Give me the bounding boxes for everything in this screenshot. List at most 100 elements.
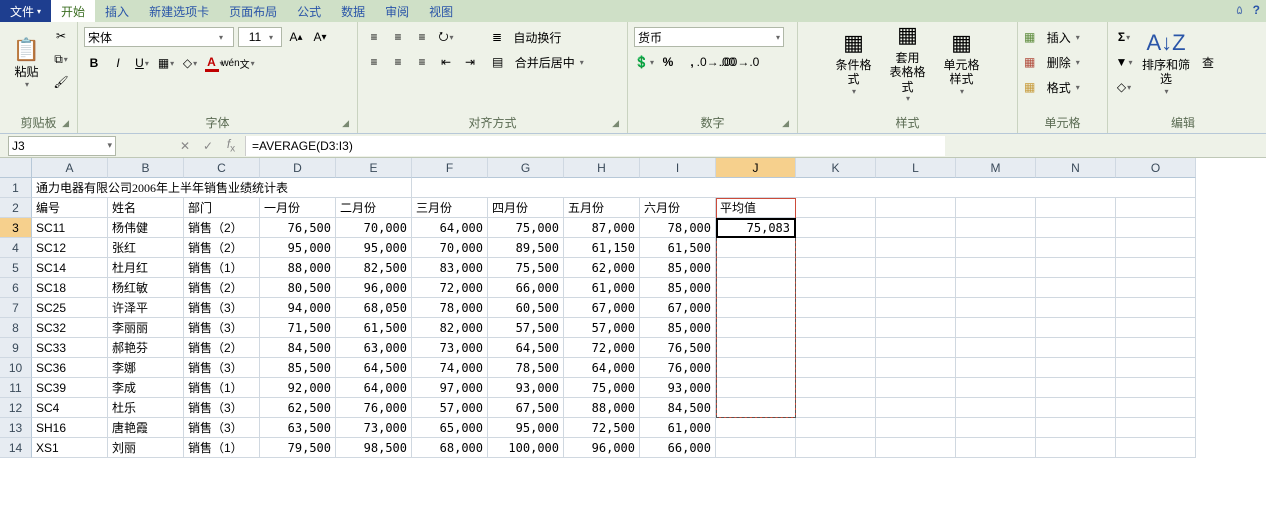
cell-dept[interactable]: 销售（3） — [184, 398, 260, 418]
cell-month[interactable]: 57,500 — [488, 318, 564, 338]
cell-name[interactable]: 许泽平 — [108, 298, 184, 318]
cell-month[interactable]: 75,000 — [488, 218, 564, 238]
cell-month[interactable]: 92,000 — [260, 378, 336, 398]
column-header-L[interactable]: L — [876, 158, 956, 178]
cell-name[interactable]: 李成 — [108, 378, 184, 398]
cell-month[interactable]: 76,500 — [260, 218, 336, 238]
cell-dept[interactable]: 销售（3） — [184, 318, 260, 338]
find-select-button[interactable]: 查 — [1198, 26, 1218, 100]
percent-button[interactable]: % — [658, 52, 678, 72]
cell-avg[interactable] — [716, 298, 796, 318]
sort-filter-button[interactable]: A↓Z排序和筛选▾ — [1138, 26, 1194, 100]
cell[interactable] — [796, 218, 876, 238]
cell[interactable] — [956, 198, 1036, 218]
cell[interactable] — [876, 198, 956, 218]
accounting-format-button[interactable]: 💲▾ — [634, 52, 654, 72]
cell-name[interactable]: 刘丽 — [108, 438, 184, 458]
cell-month[interactable]: 98,500 — [336, 438, 412, 458]
cell[interactable] — [1116, 278, 1196, 298]
cell[interactable] — [956, 358, 1036, 378]
row-header-5[interactable]: 5 — [0, 258, 32, 278]
tab-page-layout[interactable]: 页面布局 — [219, 0, 287, 22]
cell-month[interactable]: 72,000 — [564, 338, 640, 358]
cell[interactable] — [956, 438, 1036, 458]
wrap-text-button[interactable]: ≣ 自动换行 — [492, 26, 584, 48]
cell-month[interactable]: 78,500 — [488, 358, 564, 378]
cell-month[interactable]: 74,000 — [412, 358, 488, 378]
cell-avg[interactable]: 75,083 — [716, 218, 796, 238]
cell[interactable] — [876, 278, 956, 298]
cell-name[interactable]: 唐艳霞 — [108, 418, 184, 438]
cell-id[interactable]: SC39 — [32, 378, 108, 398]
cut-button[interactable]: ✂ — [51, 26, 71, 46]
cell[interactable] — [796, 318, 876, 338]
conditional-format-button[interactable]: ▦条件格式▾ — [831, 26, 877, 100]
cell-month[interactable]: 85,000 — [640, 318, 716, 338]
cell-id[interactable]: XS1 — [32, 438, 108, 458]
cell-avg[interactable] — [716, 238, 796, 258]
cell-avg[interactable] — [716, 278, 796, 298]
row-header-1[interactable]: 1 — [0, 178, 32, 198]
number-launcher[interactable]: ◢ — [782, 118, 789, 129]
cell[interactable] — [796, 338, 876, 358]
underline-button[interactable]: U▾ — [132, 53, 152, 73]
cell-month[interactable]: 70,000 — [336, 218, 412, 238]
cell-id[interactable]: SC33 — [32, 338, 108, 358]
cell-month[interactable]: 65,000 — [412, 418, 488, 438]
cell-name[interactable]: 杨伟健 — [108, 218, 184, 238]
header-B[interactable]: 姓名 — [108, 198, 184, 218]
header-A[interactable]: 编号 — [32, 198, 108, 218]
cell[interactable] — [1036, 318, 1116, 338]
cell-month[interactable]: 75,000 — [564, 378, 640, 398]
cell[interactable] — [876, 338, 956, 358]
cell[interactable] — [956, 398, 1036, 418]
cell-month[interactable]: 89,500 — [488, 238, 564, 258]
cell-dept[interactable]: 销售（2） — [184, 238, 260, 258]
cell-month[interactable]: 82,500 — [336, 258, 412, 278]
header-J[interactable]: 平均值 — [716, 198, 796, 218]
cell-month[interactable]: 61,000 — [640, 418, 716, 438]
cell[interactable] — [956, 258, 1036, 278]
format-painter-button[interactable]: 🖌 — [51, 72, 71, 92]
cancel-formula-icon[interactable]: ✕ — [176, 139, 194, 153]
cell[interactable] — [1036, 258, 1116, 278]
cell-id[interactable]: SC36 — [32, 358, 108, 378]
tab-data[interactable]: 数据 — [331, 0, 375, 22]
cell-month[interactable]: 66,000 — [640, 438, 716, 458]
column-header-C[interactable]: C — [184, 158, 260, 178]
column-header-J[interactable]: J — [716, 158, 796, 178]
cell[interactable] — [1116, 418, 1196, 438]
cell-name[interactable]: 郝艳芬 — [108, 338, 184, 358]
cell[interactable] — [876, 298, 956, 318]
cell-id[interactable]: SC18 — [32, 278, 108, 298]
cell-name[interactable]: 杨红敏 — [108, 278, 184, 298]
spreadsheet-grid[interactable]: ABCDEFGHIJKLMNO 1234567891011121314 通力电器… — [0, 158, 1266, 531]
cell-month[interactable]: 73,000 — [412, 338, 488, 358]
tab-review[interactable]: 审阅 — [375, 0, 419, 22]
clear-button[interactable]: ◇▾ — [1114, 77, 1134, 97]
row-header-9[interactable]: 9 — [0, 338, 32, 358]
cell[interactable] — [956, 338, 1036, 358]
column-header-K[interactable]: K — [796, 158, 876, 178]
row-header-11[interactable]: 11 — [0, 378, 32, 398]
column-header-O[interactable]: O — [1116, 158, 1196, 178]
cell-dept[interactable]: 销售（1） — [184, 378, 260, 398]
cell-month[interactable]: 94,000 — [260, 298, 336, 318]
align-right-button[interactable]: ≡ — [412, 52, 432, 72]
grow-font-button[interactable]: A▴ — [286, 27, 306, 47]
cell[interactable] — [956, 278, 1036, 298]
clipboard-launcher[interactable]: ◢ — [62, 118, 69, 129]
tab-home[interactable]: 开始 — [51, 0, 95, 22]
decrease-decimal-button[interactable]: .00→.0 — [730, 52, 750, 72]
cell[interactable] — [956, 318, 1036, 338]
cell-month[interactable]: 64,000 — [336, 378, 412, 398]
column-header-N[interactable]: N — [1036, 158, 1116, 178]
cell-month[interactable]: 70,000 — [412, 238, 488, 258]
cell-month[interactable]: 95,000 — [336, 238, 412, 258]
cell-avg[interactable] — [716, 418, 796, 438]
tab-file[interactable]: 文件▾ — [0, 0, 51, 22]
select-all-corner[interactable] — [0, 158, 32, 178]
cell-month[interactable]: 67,000 — [564, 298, 640, 318]
cell-dept[interactable]: 销售（1） — [184, 438, 260, 458]
cell[interactable] — [1116, 438, 1196, 458]
